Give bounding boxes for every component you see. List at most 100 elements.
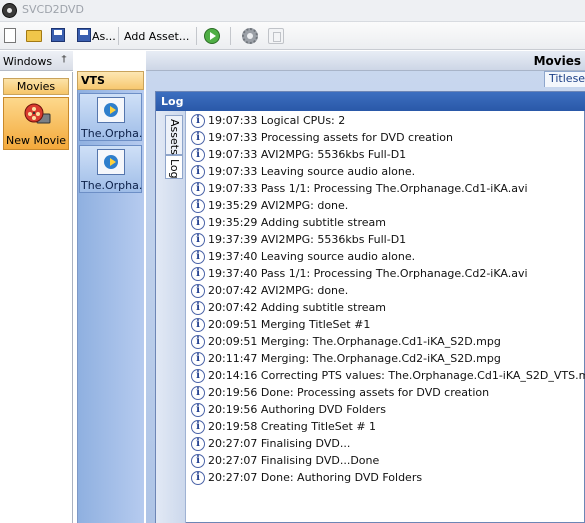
vts-item[interactable]: The.Orpha... bbox=[79, 93, 143, 141]
log-entry-time: 20:09:51 bbox=[208, 318, 258, 331]
info-icon: i bbox=[191, 114, 205, 128]
info-icon: i bbox=[191, 352, 205, 366]
log-entry[interactable]: i 20:27:07 Done: Authoring DVD Folders bbox=[188, 470, 584, 487]
log-entry-time: 20:27:07 bbox=[208, 454, 258, 467]
info-icon: i bbox=[191, 165, 205, 179]
log-entry[interactable]: i 20:19:58 Creating TitleSet # 1 bbox=[188, 419, 584, 436]
log-entry-message: Adding subtitle stream bbox=[260, 301, 386, 314]
log-entry[interactable]: i 20:09:51 Merging: The.Orphanage.Cd1-iKA… bbox=[188, 334, 584, 351]
log-entry-text: 19:07:33 AVI2MPG: 5536kbs Full-D1 bbox=[208, 148, 406, 161]
tab-log[interactable]: Log bbox=[165, 155, 183, 179]
window-title: SVCD2DVD bbox=[22, 3, 84, 16]
info-icon: i bbox=[191, 471, 205, 485]
pin-icon[interactable]: † bbox=[59, 54, 69, 66]
log-entry-text: 19:07:33 Logical CPUs: 2 bbox=[208, 114, 345, 127]
log-entry-message: Logical CPUs: 2 bbox=[260, 114, 346, 127]
log-entry-time: 19:37:40 bbox=[208, 250, 258, 263]
vts-item-label: The.Orpha... bbox=[81, 179, 143, 192]
log-entry[interactable]: i 19:07:33 Logical CPUs: 2 bbox=[188, 113, 584, 130]
info-icon: i bbox=[191, 216, 205, 230]
log-entry[interactable]: i 19:07:33 Leaving source audio alone. bbox=[188, 164, 584, 181]
log-entry[interactable]: i 19:07:33 AVI2MPG: 5536kbs Full-D1 bbox=[188, 147, 584, 164]
log-entry-text: 20:19:58 Creating TitleSet # 1 bbox=[208, 420, 376, 433]
log-entry[interactable]: i 20:19:56 Done: Processing assets for DV… bbox=[188, 385, 584, 402]
log-entry-text: 20:14:16 Correcting PTS values: The.Orph… bbox=[208, 369, 585, 382]
log-entry-text: 19:07:33 Leaving source audio alone. bbox=[208, 165, 415, 178]
log-entry[interactable]: i 20:27:07 Finalising DVD... bbox=[188, 436, 584, 453]
vts-layout-title: VTS Layout bbox=[77, 71, 144, 104]
log-entry-message: Finalising DVD... bbox=[260, 437, 351, 450]
log-entry-time: 19:07:33 bbox=[208, 114, 258, 127]
log-entry-message: Leaving source audio alone. bbox=[260, 250, 416, 263]
log-entry-message: Leaving source audio alone. bbox=[260, 165, 416, 178]
log-entry[interactable]: i 20:14:16 Correcting PTS values: The.Orp… bbox=[188, 368, 585, 385]
save-icon[interactable] bbox=[51, 28, 65, 42]
info-icon: i bbox=[191, 250, 205, 264]
tab-assets[interactable]: Assets bbox=[165, 115, 183, 155]
toolbar-separator bbox=[230, 27, 231, 45]
log-entry-message: Done: Processing assets for DVD creation bbox=[260, 386, 490, 399]
log-entry-time: 19:07:33 bbox=[208, 165, 258, 178]
movies-header: Movies bbox=[146, 51, 585, 71]
log-entry[interactable]: i 20:27:07 Finalising DVD...Done bbox=[188, 453, 584, 470]
log-entry-message: Done: Authoring DVD Folders bbox=[260, 471, 423, 484]
log-entry-text: 20:09:51 Merging TitleSet #1 bbox=[208, 318, 370, 331]
log-entry-text: 19:07:33 Processing assets for DVD creat… bbox=[208, 131, 453, 144]
info-icon: i bbox=[191, 131, 205, 145]
log-entry-text: 20:27:07 Finalising DVD... bbox=[208, 437, 350, 450]
log-entry-time: 20:27:07 bbox=[208, 437, 258, 450]
go-icon[interactable] bbox=[204, 28, 220, 44]
disabled-icon bbox=[268, 28, 284, 44]
log-entry-message: Finalising DVD...Done bbox=[260, 454, 380, 467]
save-as-icon[interactable] bbox=[77, 28, 91, 42]
toolbar-separator bbox=[118, 27, 119, 45]
log-entry-time: 19:07:33 bbox=[208, 148, 258, 161]
app-reel-icon[interactable] bbox=[2, 3, 17, 18]
log-entry-text: 20:11:47 Merging: The.Orphanage.Cd2-iKA_… bbox=[208, 352, 501, 365]
log-entry-message: Merging TitleSet #1 bbox=[260, 318, 371, 331]
log-entry[interactable]: i 20:07:42 Adding subtitle stream bbox=[188, 300, 584, 317]
log-entry[interactable]: i 19:37:39 AVI2MPG: 5536kbs Full-D1 bbox=[188, 232, 584, 249]
tab-assets-label: Assets bbox=[168, 119, 181, 155]
info-icon: i bbox=[191, 233, 205, 247]
log-entry-time: 19:07:33 bbox=[208, 131, 258, 144]
tab-titleset[interactable]: Titleset bbox=[544, 71, 585, 87]
log-entry-text: 19:37:40 Leaving source audio alone. bbox=[208, 250, 415, 263]
log-entry[interactable]: i 19:35:29 AVI2MPG: done. bbox=[188, 198, 584, 215]
log-entry-text: 19:35:29 AVI2MPG: done. bbox=[208, 199, 348, 212]
log-entry[interactable]: i 19:37:40 Pass 1/1: Processing The.Orpha… bbox=[188, 266, 584, 283]
save-as-button[interactable]: As... bbox=[92, 30, 116, 43]
log-entry[interactable]: i 20:19:56 Authoring DVD Folders bbox=[188, 402, 584, 419]
log-entry-text: 20:07:42 Adding subtitle stream bbox=[208, 301, 386, 314]
log-entry[interactable]: i 20:11:47 Merging: The.Orphanage.Cd2-iKA… bbox=[188, 351, 584, 368]
movie-thumbnail-icon bbox=[97, 149, 125, 175]
vts-item[interactable]: The.Orpha... bbox=[79, 145, 143, 193]
info-icon: i bbox=[191, 335, 205, 349]
log-entry[interactable]: i 19:35:29 Adding subtitle stream bbox=[188, 215, 584, 232]
toolbar: As... Add Asset... bbox=[0, 22, 585, 50]
toolbar-separator bbox=[196, 27, 197, 45]
info-icon: i bbox=[191, 267, 205, 281]
log-entry[interactable]: i 19:07:33 Pass 1/1: Processing The.Orpha… bbox=[188, 181, 584, 198]
log-entry-message: Processing assets for DVD creation bbox=[260, 131, 453, 144]
log-entry-time: 19:37:40 bbox=[208, 267, 258, 280]
log-entry[interactable]: i 20:07:42 AVI2MPG: done. bbox=[188, 283, 584, 300]
log-entry-message: Correcting PTS values: The.Orphanage.Cd1… bbox=[260, 369, 585, 382]
log-title: Log bbox=[156, 92, 585, 111]
log-entry-time: 19:35:29 bbox=[208, 199, 258, 212]
info-icon: i bbox=[191, 301, 205, 315]
settings-gear-icon[interactable] bbox=[242, 28, 258, 44]
open-folder-icon[interactable] bbox=[26, 30, 42, 42]
log-entry-message: Pass 1/1: Processing The.Orphanage.Cd1-i… bbox=[260, 182, 528, 195]
log-entry[interactable]: i 20:09:51 Merging TitleSet #1 bbox=[188, 317, 584, 334]
new-document-icon[interactable] bbox=[4, 28, 16, 43]
log-entry-time: 19:37:39 bbox=[208, 233, 258, 246]
info-icon: i bbox=[191, 454, 205, 468]
log-entry-message: Authoring DVD Folders bbox=[260, 403, 386, 416]
log-entry[interactable]: i 19:07:33 Processing assets for DVD crea… bbox=[188, 130, 584, 147]
log-entry[interactable]: i 19:37:40 Leaving source audio alone. bbox=[188, 249, 584, 266]
log-entry-message: Creating TitleSet # 1 bbox=[260, 420, 377, 433]
add-asset-button[interactable]: Add Asset... bbox=[124, 30, 189, 43]
movies-tab[interactable]: Movies bbox=[3, 78, 69, 95]
new-movie-button[interactable]: New Movie bbox=[3, 97, 69, 150]
